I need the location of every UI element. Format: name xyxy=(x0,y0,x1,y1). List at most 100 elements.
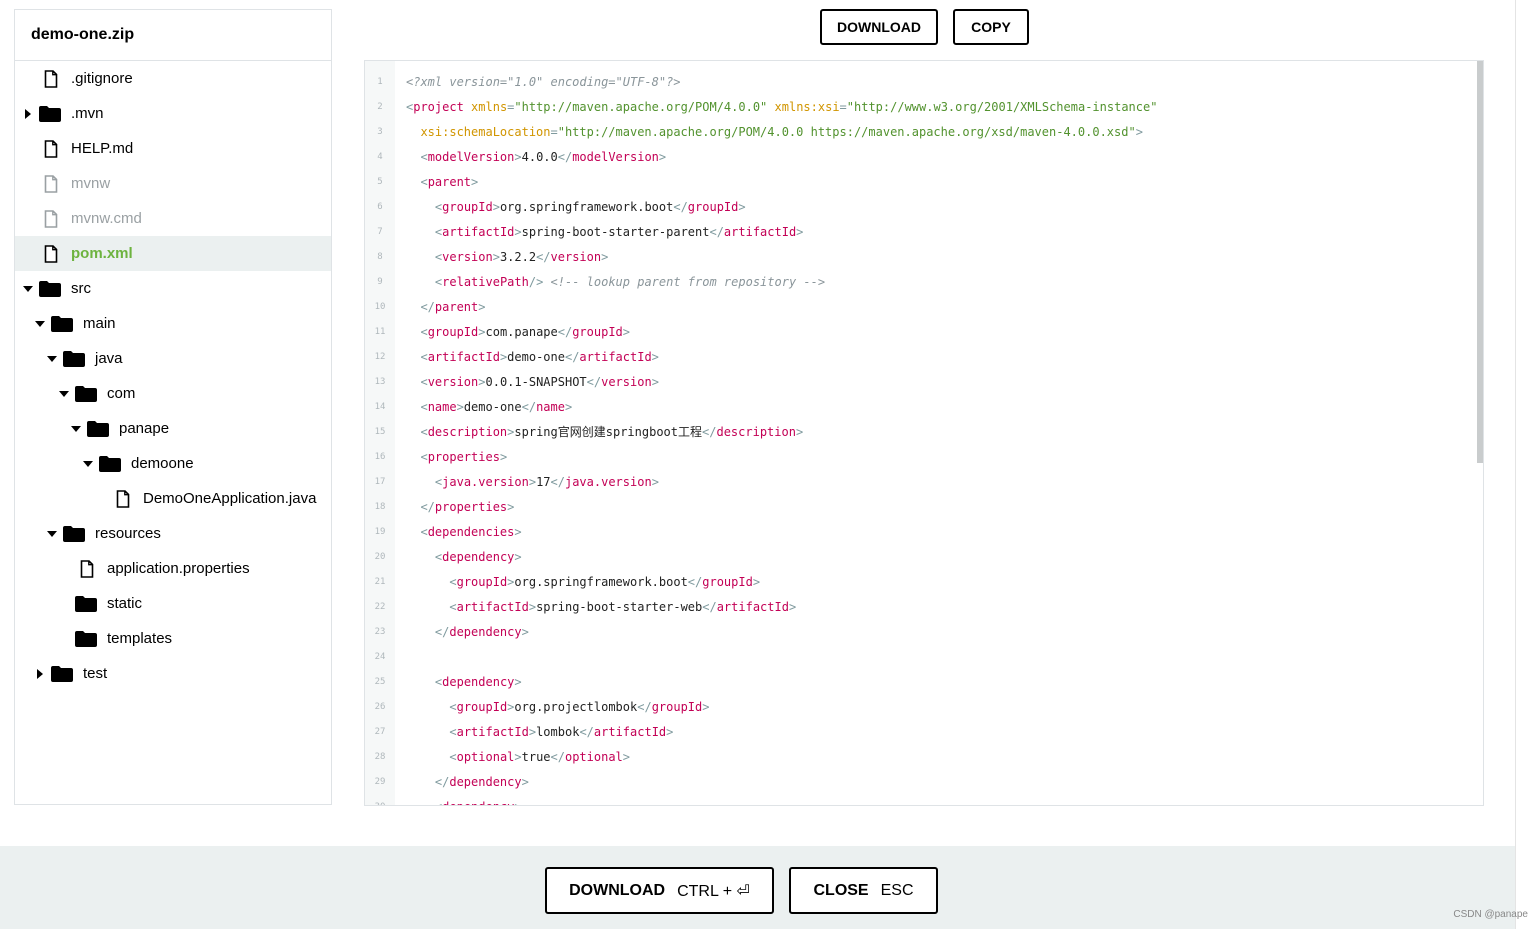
tree-item-label: src xyxy=(71,280,91,297)
code-token: properties xyxy=(434,500,508,514)
code-token: > xyxy=(788,600,797,614)
code-token: project xyxy=(413,100,464,114)
code-token: groupId xyxy=(456,700,508,714)
code-token: </ xyxy=(673,200,688,214)
tree-item-templates[interactable]: templates xyxy=(15,621,331,656)
code-line: 29 </dependency> xyxy=(365,770,1483,795)
code-token: dependency xyxy=(449,775,522,789)
tree-item-resources[interactable]: resources xyxy=(15,516,331,551)
code-token: </ xyxy=(521,400,537,414)
tree-item-mvnw-cmd[interactable]: mvnw.cmd xyxy=(15,201,331,236)
tree-item-com[interactable]: com xyxy=(15,376,331,411)
chevron-down-icon[interactable] xyxy=(23,284,33,294)
code-token: </ xyxy=(687,575,703,589)
chevron-down-icon[interactable] xyxy=(83,459,93,469)
tree-item-demoone[interactable]: demoone xyxy=(15,446,331,481)
file-icon xyxy=(116,489,130,508)
line-number: 21 xyxy=(374,577,386,587)
tree-item-mvn[interactable]: .mvn xyxy=(15,96,331,131)
code-token: > xyxy=(528,600,537,614)
code-token: > xyxy=(651,350,659,364)
footer-download-label: DOWNLOAD xyxy=(569,881,666,899)
tree-item-label: static xyxy=(107,595,143,612)
close-button[interactable]: CLOSE ESC xyxy=(789,867,938,914)
code-token: = xyxy=(839,100,847,114)
copy-button[interactable]: COPY xyxy=(953,9,1029,45)
line-number: 26 xyxy=(374,702,386,712)
chevron-down-icon[interactable] xyxy=(35,319,45,329)
line-number: 14 xyxy=(374,402,386,412)
code-token: org.springframework.boot xyxy=(514,575,688,589)
tree-item-src[interactable]: src xyxy=(15,271,331,306)
tree-item-label: mvnw xyxy=(71,175,111,192)
tree-item-application-properties[interactable]: application.properties xyxy=(15,551,331,586)
code-token: dependency xyxy=(442,675,515,689)
download-button[interactable]: DOWNLOAD xyxy=(820,9,938,45)
line-number: 24 xyxy=(374,652,386,662)
code-line: 5 <parent> xyxy=(365,170,1483,195)
code-token: > xyxy=(658,150,667,164)
tree-item-pom-xml[interactable]: pom.xml xyxy=(15,236,331,271)
code-line: 9 <relativePath/> <!-- lookup parent fro… xyxy=(365,270,1483,295)
tree-item-static[interactable]: static xyxy=(15,586,331,621)
code-token: dependencies xyxy=(427,525,515,539)
footer-download-button[interactable]: DOWNLOAD CTRL + ⏎ xyxy=(545,867,774,914)
chevron-right-icon[interactable] xyxy=(23,108,33,119)
code-token: > xyxy=(478,300,486,314)
close-shortcut: ESC xyxy=(880,881,914,899)
code-token: </ xyxy=(702,600,717,614)
code-token: </ xyxy=(579,725,594,739)
code-token: artifactId xyxy=(442,225,515,239)
code-line: 13 <version>0.0.1-SNAPSHOT</version> xyxy=(365,370,1483,395)
code-line: 10 </parent> xyxy=(365,295,1483,320)
code-token: > xyxy=(651,475,659,489)
code-text: </dependency> xyxy=(406,620,529,645)
code-text: </dependency> xyxy=(406,770,529,795)
chevron-down-icon[interactable] xyxy=(47,529,57,539)
chevron-down-icon[interactable] xyxy=(71,424,81,434)
code-token: </ xyxy=(434,775,450,789)
code-token: > xyxy=(1135,125,1143,139)
code-text: <groupId>org.springframework.boot</group… xyxy=(406,195,746,220)
code-token: demo-one xyxy=(507,350,565,364)
code-token: < xyxy=(420,425,428,439)
code-token: java.version xyxy=(442,475,529,489)
code-token: modelVersion xyxy=(572,150,659,164)
code-token: > xyxy=(528,475,537,489)
tree-item-mvnw[interactable]: mvnw xyxy=(15,166,331,201)
tree-item-gitignore[interactable]: .gitignore xyxy=(15,61,331,96)
code-viewer[interactable]: 1 <?xml version="1.0" encoding="UTF-8"?> 2… xyxy=(364,60,1484,806)
code-token: > xyxy=(514,150,522,164)
code-text: <modelVersion>4.0.0</modelVersion> xyxy=(406,145,666,170)
chevron-down-icon[interactable] xyxy=(47,354,57,364)
chevron-down-icon[interactable] xyxy=(59,389,69,399)
scrollbar-thumb[interactable] xyxy=(1477,61,1483,463)
code-token: > xyxy=(601,250,609,264)
code-token: </ xyxy=(586,375,602,389)
code-line: 4 <modelVersion>4.0.0</modelVersion> xyxy=(365,145,1483,170)
code-token: > xyxy=(521,625,529,639)
line-number: 16 xyxy=(374,452,386,462)
tree-item-panape[interactable]: panape xyxy=(15,411,331,446)
code-token: demo-one xyxy=(463,400,522,414)
tree-item-java[interactable]: java xyxy=(15,341,331,376)
tree-item-test[interactable]: test xyxy=(15,656,331,691)
code-line: 2 <project xmlns="http://maven.apache.org… xyxy=(365,95,1483,120)
code-line: 11 <groupId>com.panape</groupId> xyxy=(365,320,1483,345)
tree-item-help-md[interactable]: HELP.md xyxy=(15,131,331,166)
code-text: <parent> xyxy=(406,170,478,195)
tree-item-label: DemoOneApplication.java xyxy=(143,490,317,507)
tree-item-label: HELP.md xyxy=(71,140,134,157)
folder-icon xyxy=(87,420,109,437)
tree-item-main[interactable]: main xyxy=(15,306,331,341)
tree-item-demooneapplication-java[interactable]: DemoOneApplication.java xyxy=(15,481,331,516)
tree-item-label: panape xyxy=(119,420,170,437)
chevron-right-icon[interactable] xyxy=(35,668,45,679)
